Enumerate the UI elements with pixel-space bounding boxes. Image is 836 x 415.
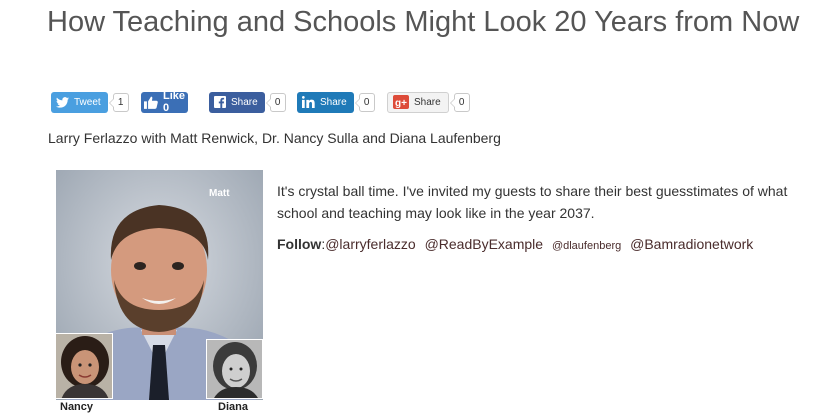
tweet-count: 1 — [108, 92, 129, 112]
facebook-share-label: Share — [231, 96, 258, 108]
follow-handle-dlaufenberg[interactable]: @dlaufenberg — [552, 240, 621, 252]
article-title: How Teaching and Schools Might Look 20 Y… — [47, 6, 800, 38]
matt-label: Matt — [209, 188, 230, 199]
linkedin-icon — [302, 96, 315, 108]
google-plus-share-group: g+ Share 0 — [387, 91, 470, 113]
facebook-like-group: Like 0 — [141, 90, 189, 114]
diana-photo — [206, 339, 263, 399]
linkedin-share-count: 0 — [354, 92, 375, 112]
nancy-photo — [55, 333, 113, 399]
follow-line: Follow:@larryferlazzo @ReadByExample @dl… — [277, 236, 754, 252]
facebook-share-count: 0 — [265, 92, 286, 112]
linkedin-share-label: Share — [320, 96, 347, 108]
diana-portrait-image — [207, 340, 262, 398]
nancy-caption: Nancy — [60, 401, 94, 413]
diana-caption: Diana — [218, 401, 248, 413]
google-plus-share-label: Share — [414, 96, 441, 108]
linkedin-share-group: Share 0 — [297, 91, 375, 113]
like-button[interactable]: Like 0 — [141, 90, 189, 114]
tweet-button[interactable]: Tweet — [51, 91, 108, 113]
google-plus-icon: g+ — [393, 95, 409, 109]
tweet-label: Tweet — [74, 96, 101, 108]
follow-label: Follow — [277, 236, 322, 252]
svg-text:g+: g+ — [395, 98, 407, 109]
follow-handle-bamradionetwork[interactable]: @Bamradionetwork — [630, 236, 753, 252]
facebook-share-button[interactable]: Share — [209, 91, 265, 113]
follow-handle-larryferlazzo[interactable]: @larryferlazzo — [325, 236, 415, 252]
follow-handle-readbyexample[interactable]: @ReadByExample — [425, 236, 544, 252]
linkedin-share-button[interactable]: Share — [297, 91, 354, 113]
like-label: Like 0 — [163, 90, 186, 114]
nancy-portrait-image — [56, 334, 112, 398]
facebook-share-group: Share 0 — [209, 91, 286, 113]
article-byline: Larry Ferlazzo with Matt Renwick, Dr. Na… — [48, 130, 501, 146]
google-plus-share-button[interactable]: g+ Share — [387, 91, 449, 113]
google-plus-share-count: 0 — [449, 92, 470, 112]
thumbs-up-icon — [144, 96, 158, 109]
facebook-icon — [214, 96, 226, 108]
twitter-bird-icon — [56, 96, 69, 108]
article-intro: It's crystal ball time. I've invited my … — [277, 183, 788, 221]
twitter-share-group: Tweet 1 — [51, 91, 129, 113]
